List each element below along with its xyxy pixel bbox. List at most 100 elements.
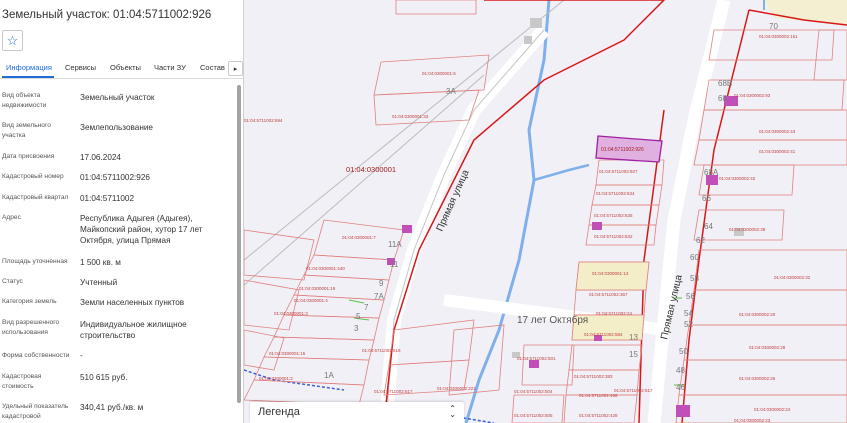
chevron-right-icon[interactable]: ▸ [228, 61, 243, 76]
parcel-label: 01:04:0300001:6 [422, 71, 456, 76]
boundary-line-1 [244, 0, 565, 261]
tab-services[interactable]: Сервисы [65, 63, 96, 72]
star-icon[interactable]: ☆ [2, 30, 23, 51]
parcel-label: 01:04:0300002:221 [437, 386, 476, 391]
parcel-label: 01:04:5711002:632 [594, 234, 633, 239]
selected-parcel-label: 01:04:5711002:926 [601, 147, 644, 153]
row-label-land-category: Категория земель [2, 298, 57, 305]
tab-parts[interactable]: Части ЗУ [154, 63, 186, 72]
parcel-label: 01:04:0300001:15 [269, 351, 306, 356]
parcel-label: 01:04:0300002:161 [759, 34, 798, 39]
parcel-label: 01:04:0300001:14 [592, 271, 629, 276]
parcel-label: 01:04:0300002:24 [754, 407, 791, 412]
row-value-assigned-date: 17.06.2024 [80, 153, 121, 162]
house-number: 54 [684, 309, 693, 318]
house-number: 9 [379, 279, 384, 288]
tab-information[interactable]: Информация [6, 63, 52, 72]
parcel-label: 01:04:5711002:501 [517, 356, 556, 361]
parcel-label: 01:04:5711002:466 [579, 393, 618, 398]
parcel-label: 01:04:5711002:635 [594, 213, 633, 218]
house-number: 68А [704, 168, 719, 177]
house-number: 11 [390, 260, 399, 269]
chevron-up-down-icon: ⌃ ⌄ [449, 404, 456, 419]
parcel-label: 01:04:0300002:32 [774, 275, 811, 280]
quarter-boundary-right [681, 9, 750, 423]
row-value-parcel-type: Землепользование [80, 123, 153, 132]
parcel-label: 01:04:0300002:28 [749, 345, 786, 350]
row-label-object-type: Вид объекта недвижимости [2, 92, 47, 110]
house-number: 1А [324, 371, 334, 380]
tab-objects[interactable]: Объекты [110, 63, 141, 72]
house-number: 52 [684, 320, 693, 329]
parcels-right-block [511, 159, 665, 423]
parcel-label: 01:04:0300001:2 [259, 376, 293, 381]
row-label-permitted-use: Вид разрешенного использования [2, 319, 60, 337]
parcel-yellow [575, 261, 650, 291]
parcel-label: 01:04:0300002:41 [759, 149, 796, 154]
parcel-label: 01:04:0300002:26 [739, 376, 776, 381]
parcel-label: 01:04:0300001:4 [294, 298, 328, 303]
parcel-label: 01:04:0300001:440 [306, 266, 345, 271]
row-label-cadastral-value: Кадастровая стоимость [2, 373, 42, 391]
row-value-cadastral-value: 510 615 руб. [80, 373, 128, 382]
house-number: 66 [702, 194, 711, 203]
parcel-label: 01:04:5711002:24 [596, 311, 632, 316]
row-value-status: Учтенный [80, 278, 118, 287]
row-label-parcel-type: Вид земельного участка [2, 122, 51, 140]
row-value-land-category: Земли населенных пунктов [80, 298, 185, 307]
parcel-label: 01:04:5711002:517 [614, 388, 653, 393]
street-pryamaya-right [647, 0, 731, 423]
row-label-area: Площадь уточненная [2, 258, 68, 265]
row-label-status: Статус [2, 278, 23, 285]
parcel-label: 01:04:5711002:383 [574, 374, 613, 379]
legend-toggle[interactable]: Легенда ⌃ ⌄ [250, 402, 464, 423]
info-panel: Земельный участок: 01:04:5711002:926 ☆ И… [0, 0, 244, 423]
tab-active-indicator [2, 76, 54, 78]
house-number: 50 [679, 347, 688, 356]
cadastral-map[interactable]: 01:04:0300001 Прямая улица Прямая улица … [244, 0, 847, 423]
parcel-label: 01:04:0300002:20 [739, 312, 776, 317]
row-label-specific-value: Удельный показатель кадастровой [2, 403, 69, 421]
panel-scrollbar[interactable] [237, 85, 241, 403]
parcel-label: 01:04:0300001:19 [299, 286, 336, 291]
house-number: 64 [704, 222, 713, 231]
parcel-label: 01:04:0300002:93 [734, 93, 771, 98]
house-number: 7А [374, 292, 384, 301]
house-number: 7 [364, 303, 369, 312]
house-number: 70 [769, 22, 778, 31]
row-label-cadastral-quarter: Кадастровый квартал [2, 194, 69, 201]
row-label-assigned-date: Дата присвоения [2, 153, 55, 160]
row-value-ownership: - [80, 351, 83, 360]
row-label-address: Адрес [2, 214, 21, 221]
house-number: 58 [690, 274, 699, 283]
row-value-address: Республика Адыгея (Адыгея), Майкопский р… [80, 214, 203, 246]
house-number: 56 [686, 292, 695, 301]
house-number: 11А [388, 240, 402, 249]
parcel-label: 01:04:5711002:618 [362, 348, 401, 353]
parcel-label: 01:04:5711002:694 [244, 118, 283, 123]
house-number: 13 [629, 333, 638, 342]
parcel-label: 01:04:0300002:38 [729, 227, 766, 232]
parcel-label: 01:04:5711002:504 [514, 389, 553, 394]
row-value-cadastral-number: 01:04:5711002:926 [80, 173, 150, 182]
parcel-label: 01:04:0300002:23 [734, 418, 771, 423]
tab-composition[interactable]: Состав [200, 63, 225, 72]
parcel-label: 01:04:5711002:367 [589, 292, 628, 297]
house-number: 3 [354, 324, 359, 333]
house-number: 68 [718, 94, 727, 103]
parcel-label: 01:04:5711002:927 [599, 169, 638, 174]
stream-branch [533, 163, 590, 182]
house-number: 5 [356, 312, 361, 321]
house-number: 15 [629, 350, 638, 359]
parcel-label: 01:04:5711002:505 [514, 413, 553, 418]
parcel-label: 01:04:0300002:43 [759, 129, 796, 134]
house-number: 68В [718, 79, 732, 88]
row-label-ownership: Форма собственности [2, 352, 70, 359]
row-value-cadastral-quarter: 01:04:5711002 [80, 194, 135, 203]
parcel-label: 01:04:0300001:7 [342, 235, 376, 240]
parcel-label: 01:04:0300001:33 [392, 114, 429, 119]
row-value-area: 1 500 кв. м [80, 258, 121, 267]
house-number: 60 [690, 253, 699, 262]
panel-title: Земельный участок: 01:04:5711002:926 [2, 9, 212, 21]
row-value-permitted-use: Индивидуальное жилищное строительство [80, 320, 187, 341]
